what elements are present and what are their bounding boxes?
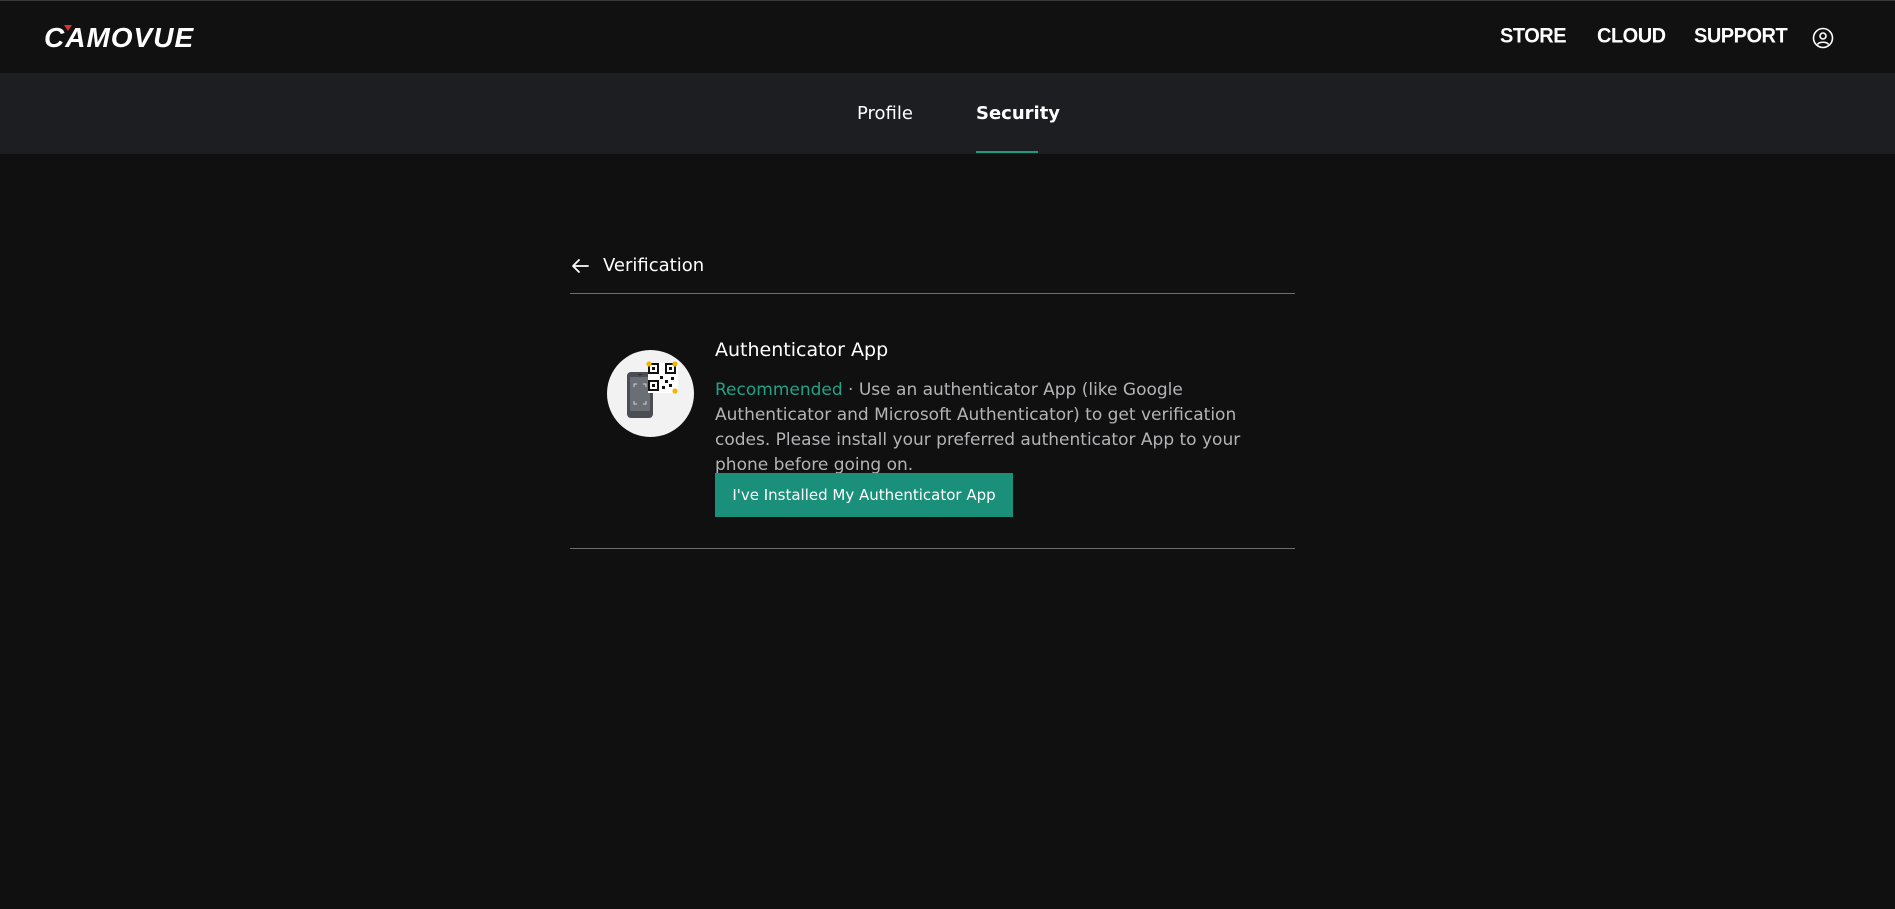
installed-authenticator-button[interactable]: I've Installed My Authenticator App	[715, 473, 1013, 517]
page-title: Verification	[603, 255, 705, 276]
authenticator-title: Authenticator App	[715, 339, 889, 361]
phone-qr-icon	[607, 350, 694, 437]
active-tab-indicator	[976, 151, 1038, 153]
divider	[570, 548, 1295, 549]
authenticator-description: Recommended · Use an authenticator App (…	[715, 378, 1275, 478]
camovue-logo[interactable]: CAMOVUE	[42, 23, 257, 51]
divider	[570, 293, 1295, 294]
tab-profile[interactable]: Profile	[857, 103, 913, 124]
arrow-left-icon[interactable]	[570, 256, 590, 276]
tab-security[interactable]: Security	[976, 103, 1060, 124]
back-button[interactable]: Verification	[570, 254, 704, 278]
nav-cloud-link[interactable]: CLOUD	[1597, 24, 1666, 48]
recommended-label: Recommended	[715, 380, 843, 400]
top-header: CAMOVUE STORE CLOUD SUPPORT	[0, 0, 1895, 73]
nav-support-link[interactable]: SUPPORT	[1694, 24, 1788, 48]
account-tabs: Profile Security	[0, 73, 1895, 154]
user-circle-icon[interactable]	[1812, 27, 1834, 49]
logo-wordmark: CAMOVUE	[44, 23, 193, 51]
nav-store-link[interactable]: STORE	[1500, 24, 1567, 48]
